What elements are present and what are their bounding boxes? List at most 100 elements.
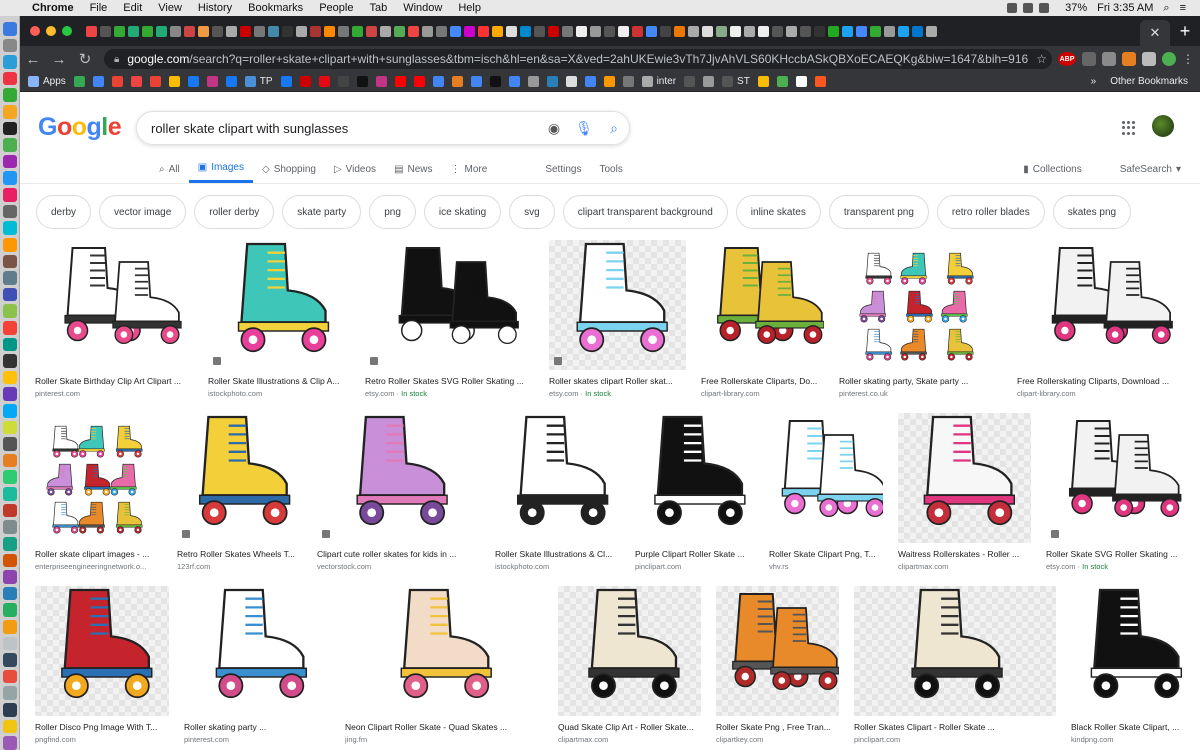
tab-favicon[interactable] bbox=[268, 25, 279, 37]
result-title[interactable]: Roller skates clipart Roller skat... bbox=[549, 376, 686, 386]
status-icon[interactable] bbox=[1007, 3, 1018, 13]
result-thumbnail[interactable] bbox=[635, 413, 754, 543]
image-result[interactable]: Quad Skate Clip Art - Roller Skate... cli… bbox=[558, 586, 701, 744]
app-icon[interactable] bbox=[2, 570, 17, 584]
tab-favicon[interactable] bbox=[926, 25, 937, 37]
tab-favicon[interactable] bbox=[212, 25, 223, 37]
tools-link[interactable]: Tools bbox=[590, 155, 631, 183]
related-search-chip[interactable]: retro roller blades bbox=[936, 195, 1045, 229]
tab-favicon[interactable] bbox=[646, 25, 657, 37]
tab-more[interactable]: ⋮ More bbox=[442, 155, 497, 183]
bookmark-item[interactable] bbox=[413, 76, 425, 87]
tab-favicon[interactable] bbox=[240, 25, 251, 37]
bookmark-item[interactable] bbox=[130, 76, 142, 87]
app-icon[interactable] bbox=[2, 171, 17, 186]
app-icon[interactable] bbox=[2, 736, 17, 750]
lock-icon[interactable]: 🔒︎ bbox=[114, 54, 119, 65]
result-thumbnail[interactable] bbox=[365, 240, 534, 370]
minimize-window-button[interactable] bbox=[46, 26, 56, 36]
related-search-chip[interactable]: roller derby bbox=[194, 195, 275, 229]
tab-favicon[interactable] bbox=[282, 25, 293, 37]
avatar[interactable] bbox=[1152, 115, 1174, 137]
result-title[interactable]: Roller Skate Clipart Png, T... bbox=[769, 549, 883, 559]
app-icon[interactable] bbox=[2, 553, 17, 568]
app-icon[interactable] bbox=[2, 188, 17, 202]
result-title[interactable]: Roller Skate Illustrations & Cl... bbox=[495, 549, 620, 559]
result-thumbnail[interactable] bbox=[1017, 240, 1189, 370]
extension-icon[interactable] bbox=[1122, 52, 1136, 66]
tab-favicon[interactable] bbox=[422, 25, 433, 37]
menu-view[interactable]: View bbox=[150, 2, 190, 14]
image-result[interactable]: Roller Skate SVG Roller Skating ... etsy.… bbox=[1046, 413, 1187, 571]
collections-link[interactable]: ▮ Collections bbox=[1014, 155, 1090, 183]
bookmark-item[interactable]: inter bbox=[641, 76, 676, 87]
result-title[interactable]: Retro Roller Skates SVG Roller Skating .… bbox=[365, 376, 534, 386]
result-title[interactable]: Roller Skate Illustrations & Clip A... bbox=[208, 376, 350, 386]
tab-favicon[interactable] bbox=[296, 25, 307, 37]
tab-favicon[interactable] bbox=[156, 25, 167, 37]
image-result[interactable]: Roller Skate Clipart Png, T... vhv.rs bbox=[769, 413, 883, 571]
related-search-chip[interactable]: clipart transparent background bbox=[562, 195, 728, 229]
app-icon[interactable] bbox=[2, 420, 17, 435]
extension-icon[interactable] bbox=[1082, 52, 1096, 66]
result-title[interactable]: Roller Disco Png Image With T... bbox=[35, 722, 169, 732]
tab-favicon[interactable] bbox=[702, 25, 713, 37]
image-result[interactable]: Purple Clipart Roller Skate ... pinclipar… bbox=[635, 413, 754, 571]
bookmark-item[interactable] bbox=[111, 76, 123, 87]
forward-button[interactable]: → bbox=[46, 51, 72, 68]
tab-favicon[interactable] bbox=[128, 25, 139, 37]
menubar-clock[interactable]: Fri 3:35 AM bbox=[1097, 2, 1153, 14]
result-thumbnail[interactable] bbox=[839, 240, 1002, 370]
result-title[interactable]: Free Rollerskating Cliparts, Download ..… bbox=[1017, 376, 1189, 386]
tab-favicon[interactable] bbox=[870, 25, 881, 37]
tab-favicon[interactable] bbox=[170, 25, 181, 37]
image-result[interactable]: Roller skating party ... pinterest.com bbox=[184, 586, 330, 744]
app-icon[interactable] bbox=[2, 453, 17, 468]
app-icon[interactable] bbox=[2, 121, 17, 136]
result-title[interactable]: Quad Skate Clip Art - Roller Skate... bbox=[558, 722, 701, 732]
tab-all[interactable]: ⌕ All bbox=[150, 155, 189, 183]
related-search-chip[interactable]: transparent png bbox=[828, 195, 929, 229]
bookmark-item[interactable] bbox=[73, 76, 85, 87]
image-result[interactable]: Roller Skate Png , Free Tran... clipartke… bbox=[716, 586, 839, 744]
image-result[interactable]: Neon Clipart Roller Skate - Quad Skates … bbox=[345, 586, 543, 744]
result-thumbnail[interactable] bbox=[769, 413, 883, 543]
tab-favicon[interactable] bbox=[198, 25, 209, 37]
spotlight-icon[interactable]: ⌕ bbox=[1163, 2, 1169, 15]
bookmark-item[interactable] bbox=[546, 76, 558, 87]
bookmark-item[interactable] bbox=[337, 76, 349, 87]
tab-favicon[interactable] bbox=[100, 25, 111, 37]
tab-favicon[interactable] bbox=[730, 25, 741, 37]
bookmark-item[interactable] bbox=[795, 76, 807, 87]
result-title[interactable]: Black Roller Skate Clipart, ... bbox=[1071, 722, 1191, 732]
app-icon[interactable] bbox=[2, 653, 17, 667]
app-icon[interactable] bbox=[2, 719, 17, 734]
tab-favicon[interactable] bbox=[338, 25, 349, 37]
bookmark-item[interactable] bbox=[508, 76, 520, 87]
tab-images[interactable]: ▣ Images bbox=[188, 155, 253, 183]
bookmark-item[interactable] bbox=[206, 76, 218, 87]
tab-favicon[interactable] bbox=[478, 25, 489, 37]
result-thumbnail[interactable] bbox=[1071, 586, 1191, 716]
result-title[interactable]: Roller skate clipart images - ... bbox=[35, 549, 162, 559]
related-search-chip[interactable]: ice skating bbox=[423, 195, 502, 229]
tab-favicon[interactable] bbox=[450, 25, 461, 37]
tab-favicon[interactable] bbox=[716, 25, 727, 37]
back-button[interactable]: ← bbox=[20, 51, 46, 68]
tab-favicon[interactable] bbox=[884, 25, 895, 37]
tab-favicon[interactable] bbox=[394, 25, 405, 37]
tab-favicon[interactable] bbox=[436, 25, 447, 37]
app-icon[interactable] bbox=[2, 437, 17, 451]
result-title[interactable]: Neon Clipart Roller Skate - Quad Skates … bbox=[345, 722, 543, 732]
bookmark-item[interactable] bbox=[451, 76, 463, 87]
reload-button[interactable]: ↻ bbox=[72, 50, 98, 68]
tab-favicon[interactable] bbox=[226, 25, 237, 37]
tab-favicon[interactable] bbox=[576, 25, 587, 37]
result-thumbnail[interactable] bbox=[317, 413, 480, 543]
result-thumbnail[interactable] bbox=[1046, 413, 1187, 543]
bookmark-item[interactable] bbox=[776, 76, 788, 87]
bookmark-item[interactable] bbox=[814, 76, 826, 87]
tab-shopping[interactable]: ◇ Shopping bbox=[253, 155, 325, 183]
related-search-chip[interactable]: svg bbox=[509, 195, 555, 229]
bookmark-item[interactable]: ST bbox=[722, 76, 750, 87]
